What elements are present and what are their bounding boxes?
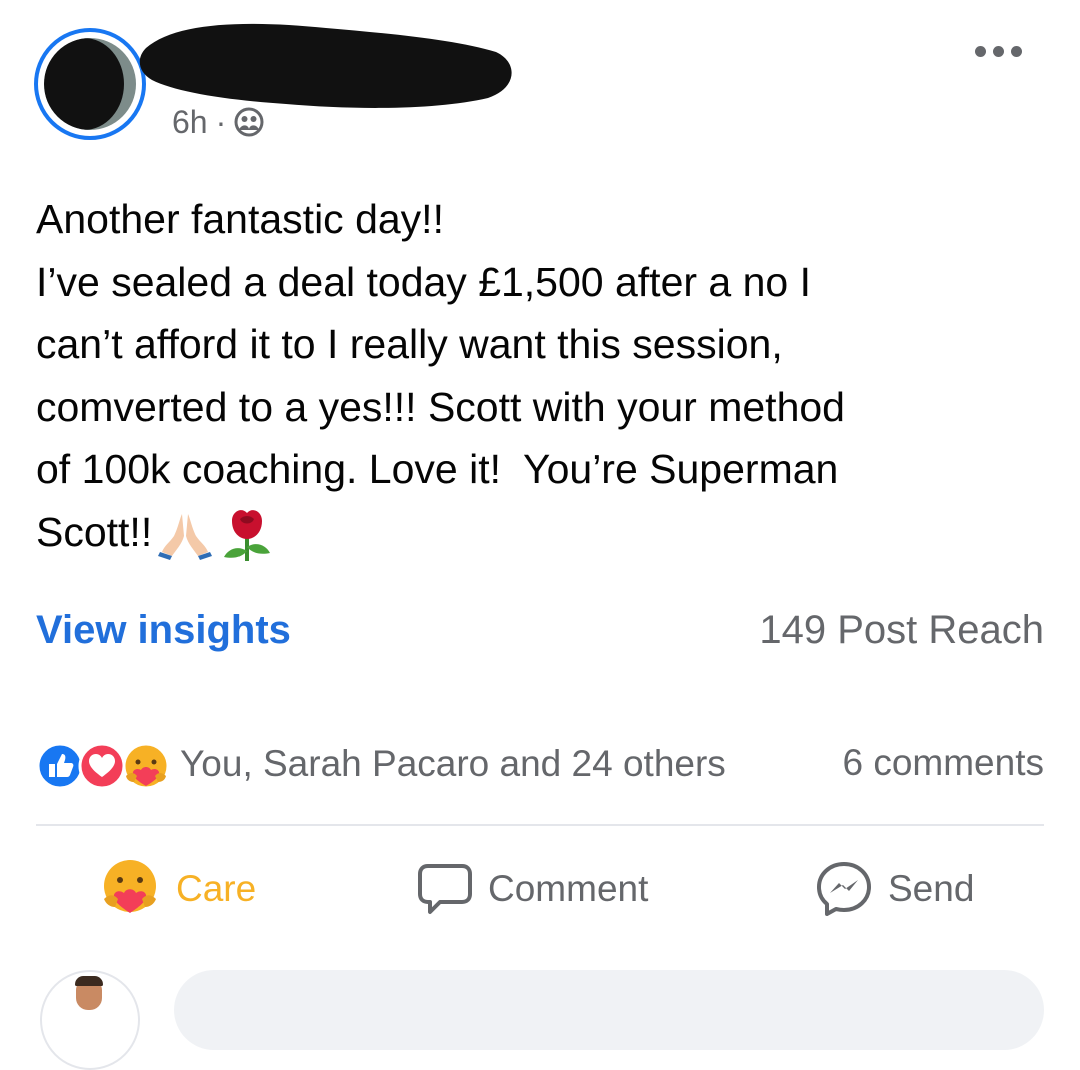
comment-input[interactable] xyxy=(174,970,1044,1050)
more-horizontal-icon[interactable] xyxy=(975,38,1031,64)
post-text-line: of 100k coaching. Love it! You’re Superm… xyxy=(36,446,839,492)
comments-count[interactable]: 6 comments xyxy=(842,742,1044,784)
post-text-line: I’ve sealed a deal today £1,500 after a … xyxy=(36,258,811,305)
love-icon xyxy=(78,742,126,790)
commenter-avatar[interactable] xyxy=(40,970,140,1070)
post-text-line: comverted to a yes!!! Scott with your me… xyxy=(36,383,845,430)
reactions-summary[interactable]: You, Sarah Pacaro and 24 others xyxy=(36,738,726,790)
author-name-redaction xyxy=(139,23,512,108)
send-label: Send xyxy=(888,868,975,909)
facebook-post: 6h · Another fantastic day!! I’ve sealed… xyxy=(0,0,1080,1070)
care-button[interactable]: Care xyxy=(98,856,256,922)
action-divider xyxy=(36,824,1044,826)
friends-icon[interactable] xyxy=(234,107,264,137)
reactions-text: You, Sarah Pacaro and 24 others xyxy=(180,743,726,784)
avatar-redaction xyxy=(44,38,124,130)
like-icon xyxy=(36,742,84,790)
author-avatar[interactable] xyxy=(34,28,146,140)
post-meta: 6h · xyxy=(172,100,264,144)
post-text-line: Scott!! xyxy=(36,508,153,555)
comment-icon xyxy=(418,864,472,914)
view-insights-link[interactable]: View insights xyxy=(36,608,291,653)
folded-hands-emoji xyxy=(158,513,213,560)
post-text-line: Another fantastic day!! xyxy=(36,196,444,242)
care-label: Care xyxy=(176,868,257,909)
comment-button[interactable]: Comment xyxy=(416,856,648,922)
avatar-hair xyxy=(75,976,103,986)
reaction-icons xyxy=(36,740,178,790)
rose-emoji xyxy=(224,509,271,561)
send-button[interactable]: Send xyxy=(814,856,974,922)
post-text-line: can’t afford it to I really want this se… xyxy=(36,321,783,367)
meta-separator: · xyxy=(215,103,227,140)
care-icon xyxy=(122,742,170,790)
comment-label: Comment xyxy=(488,868,649,909)
post-timestamp[interactable]: 6h xyxy=(172,104,208,141)
avatar-photo xyxy=(44,38,136,130)
post-reach-count: 149 Post Reach xyxy=(759,608,1044,652)
messenger-icon xyxy=(817,862,871,916)
post-text: Another fantastic day!! I’ve sealed a de… xyxy=(36,188,1046,563)
care-icon xyxy=(104,860,156,913)
